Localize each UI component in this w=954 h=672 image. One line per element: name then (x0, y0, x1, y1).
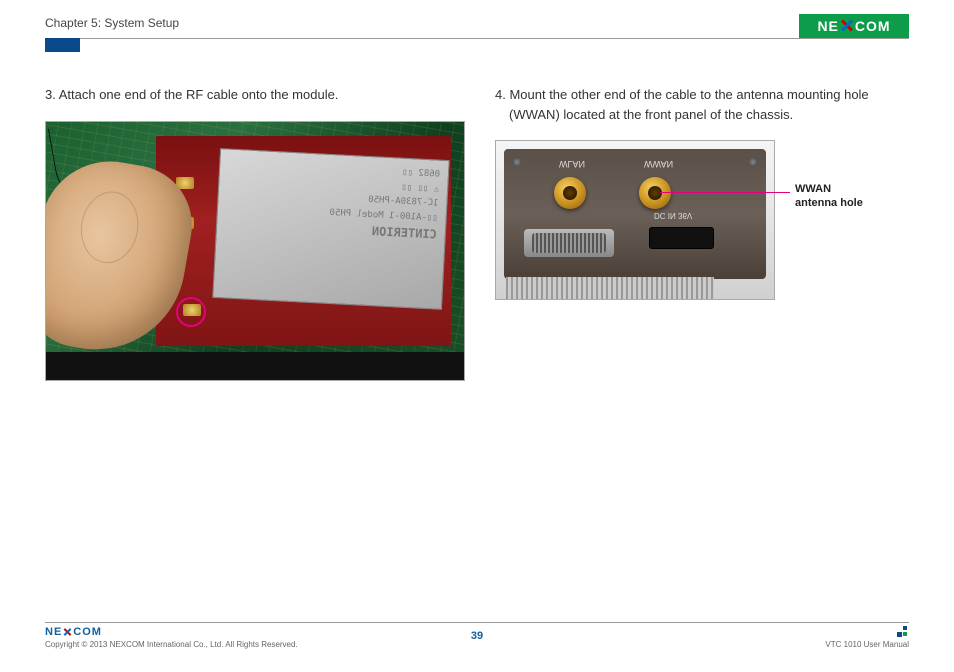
page-number: 39 (471, 630, 483, 642)
column-left: 3. Attach one end of the RF cable onto t… (45, 85, 465, 381)
content-area: 3. Attach one end of the RF cable onto t… (45, 85, 909, 602)
copyright-text: Copyright © 2013 NEXCOM International Co… (45, 640, 298, 649)
figure-chassis-panel: WLAN WWAN DC IN 36V (495, 140, 775, 300)
column-right: 4. Mount the other end of the cable to t… (495, 85, 910, 300)
header-rule (45, 38, 909, 39)
callout-line (660, 192, 790, 193)
highlight-circle (176, 297, 206, 327)
db-connector (524, 229, 614, 257)
panel-label-dc: DC IN 36V (654, 211, 692, 220)
footer-rule (45, 622, 909, 623)
logo-x-icon (63, 628, 72, 637)
dc-in-port (649, 227, 714, 249)
step-4-line2: (WWAN) located at the front panel of the… (495, 105, 793, 125)
header-accent-block (45, 38, 80, 52)
footer-decor-squares (897, 626, 909, 638)
nexcom-logo-footer: NE COM (45, 626, 102, 638)
step-4-text: 4. Mount the other end of the cable to t… (495, 85, 910, 124)
page-header: Chapter 5: System Setup (45, 16, 909, 46)
wlan-connector (554, 177, 586, 209)
panel-label-wwan: WWAN (644, 159, 673, 169)
logo-text-left: NE (817, 18, 838, 34)
logo-x-icon (840, 19, 854, 33)
step-3-text: 3. Attach one end of the RF cable onto t… (45, 85, 465, 105)
step-4-line1: 4. Mount the other end of the cable to t… (495, 87, 869, 102)
figure-rf-cable-module: 0682 ▯▯ ⚠ ▯▯ ▯▯ 1C-7830A-PH50 ▯▯-A100-1 … (45, 121, 465, 381)
callout-wwan-hole: WWAN antenna hole (795, 182, 863, 211)
chapter-title: Chapter 5: System Setup (45, 16, 909, 30)
page-footer: NE COM Copyright © 2013 NEXCOM Internati… (45, 622, 909, 652)
document-title: VTC 1010 User Manual (825, 640, 909, 649)
wwan-connector (639, 177, 671, 209)
logo-text-right: COM (855, 18, 891, 34)
nexcom-logo-top: NE COM (799, 14, 909, 38)
panel-label-wlan: WLAN (559, 159, 585, 169)
